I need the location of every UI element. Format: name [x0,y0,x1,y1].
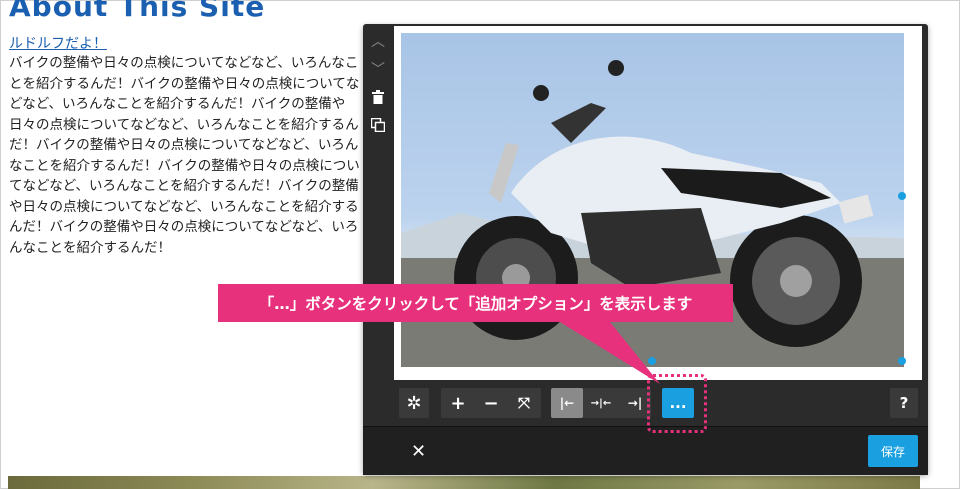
editor-footer: ✕ 保存 [363,426,928,475]
callout-banner: 「…」ボタンをクリックして「追加オプション」を表示します [218,284,733,322]
image-canvas[interactable] [394,26,922,380]
zoom-in-button[interactable]: + [443,388,473,418]
image-toolbar: ✲ + − ⤧ |← →|← →| ... ? [363,384,928,422]
fit-glyph: ⤧ [517,394,530,412]
highlight-box [647,374,707,433]
fit-button[interactable]: ⤧ [509,388,539,418]
save-button[interactable]: 保存 [868,435,918,467]
page-title: About This Site [9,0,266,23]
chevron-up-icon[interactable]: ︿ [367,30,389,52]
zoom-out-glyph: − [483,392,499,414]
subhead-link[interactable]: ルドルフだよ！ [9,33,107,53]
align-center-glyph: →|← [590,397,612,409]
chevron-down-icon[interactable]: ﹀ [367,58,389,80]
help-button[interactable]: ? [890,388,918,418]
zoom-out-button[interactable]: − [476,388,506,418]
help-glyph: ? [899,394,909,412]
background-photo-strip [8,476,920,489]
aperture-glyph: ✲ [406,392,422,414]
close-icon[interactable]: ✕ [411,441,426,462]
align-right-glyph: →| [627,396,643,410]
align-left-button[interactable]: |← [551,388,583,418]
aperture-icon[interactable]: ✲ [399,388,429,418]
resize-handle-corner[interactable] [898,357,906,365]
image-editor-panel: ︿ ﹀ ✲ + − ⤧ |← →|← →| ... ? ✕ 保存 [363,24,928,475]
copy-icon[interactable] [367,114,389,136]
resize-handle-bottom[interactable] [648,357,656,365]
align-left-glyph: |← [559,396,575,410]
zoom-in-glyph: + [450,392,466,414]
side-toolbar: ︿ ﹀ [363,24,393,144]
trash-icon[interactable] [367,86,389,108]
align-center-button[interactable]: →|← [585,388,617,418]
resize-handle-right[interactable] [898,192,906,200]
